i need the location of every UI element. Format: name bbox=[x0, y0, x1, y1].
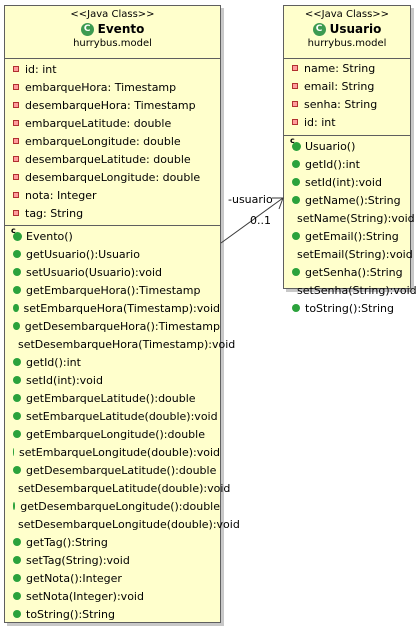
association-role-label: -usuario bbox=[228, 193, 273, 206]
association-multiplicity-label: 0..1 bbox=[250, 214, 271, 227]
association-connector bbox=[220, 197, 284, 244]
